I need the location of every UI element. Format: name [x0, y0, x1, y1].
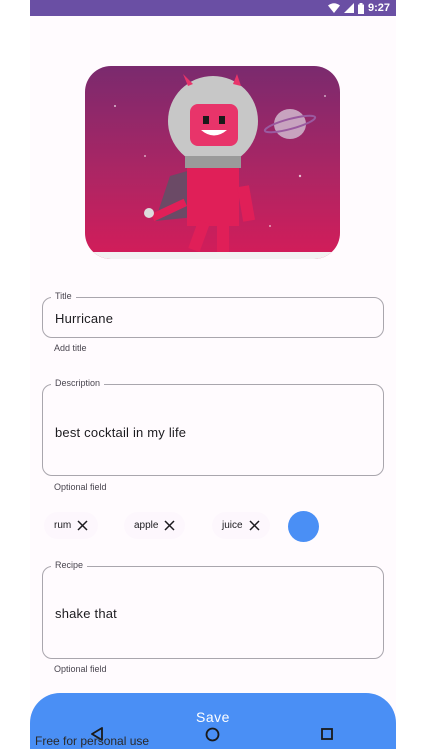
description-field-label: Description — [51, 378, 105, 388]
app-screen: 9:27 Title Hurricane Add title Descripti… — [30, 0, 396, 749]
recipe-input[interactable]: shake that — [55, 606, 117, 621]
title-field-label: Title — [51, 291, 76, 301]
home-icon[interactable] — [205, 727, 220, 742]
status-time: 9:27 — [367, 2, 390, 14]
ingredient-chip[interactable]: apple — [124, 512, 186, 539]
chip-label: rum — [54, 520, 72, 531]
ingredient-chip[interactable]: rum — [44, 512, 99, 539]
recipe-field-label: Recipe — [51, 560, 88, 570]
wifi-icon — [327, 3, 340, 13]
description-input[interactable]: best cocktail in my life — [55, 425, 186, 440]
title-input[interactable]: Hurricane — [55, 311, 113, 326]
ingredient-chip[interactable]: juice — [212, 512, 270, 539]
chip-label: apple — [134, 520, 159, 531]
recent-apps-icon[interactable] — [321, 728, 333, 740]
close-icon[interactable] — [249, 520, 260, 531]
watermark-text: Free for personal use — [35, 734, 150, 748]
close-icon[interactable] — [77, 520, 88, 531]
chip-label: juice — [222, 520, 243, 531]
screen-edge-left — [0, 0, 30, 749]
screen-edge-right — [396, 0, 422, 749]
cocktail-image[interactable] — [85, 66, 340, 259]
close-icon[interactable] — [164, 520, 175, 531]
description-helper-text: Optional field — [54, 482, 107, 492]
status-bar: 9:27 — [30, 0, 396, 16]
title-field[interactable]: Title Hurricane — [42, 291, 384, 338]
recipe-helper-text: Optional field — [54, 664, 107, 674]
title-helper-text: Add title — [54, 343, 87, 353]
battery-icon — [357, 2, 364, 14]
add-ingredient-button[interactable] — [288, 511, 319, 542]
description-field[interactable]: Description best cocktail in my life — [42, 378, 384, 476]
recipe-field[interactable]: Recipe shake that — [42, 560, 384, 659]
signal-icon — [343, 3, 354, 13]
